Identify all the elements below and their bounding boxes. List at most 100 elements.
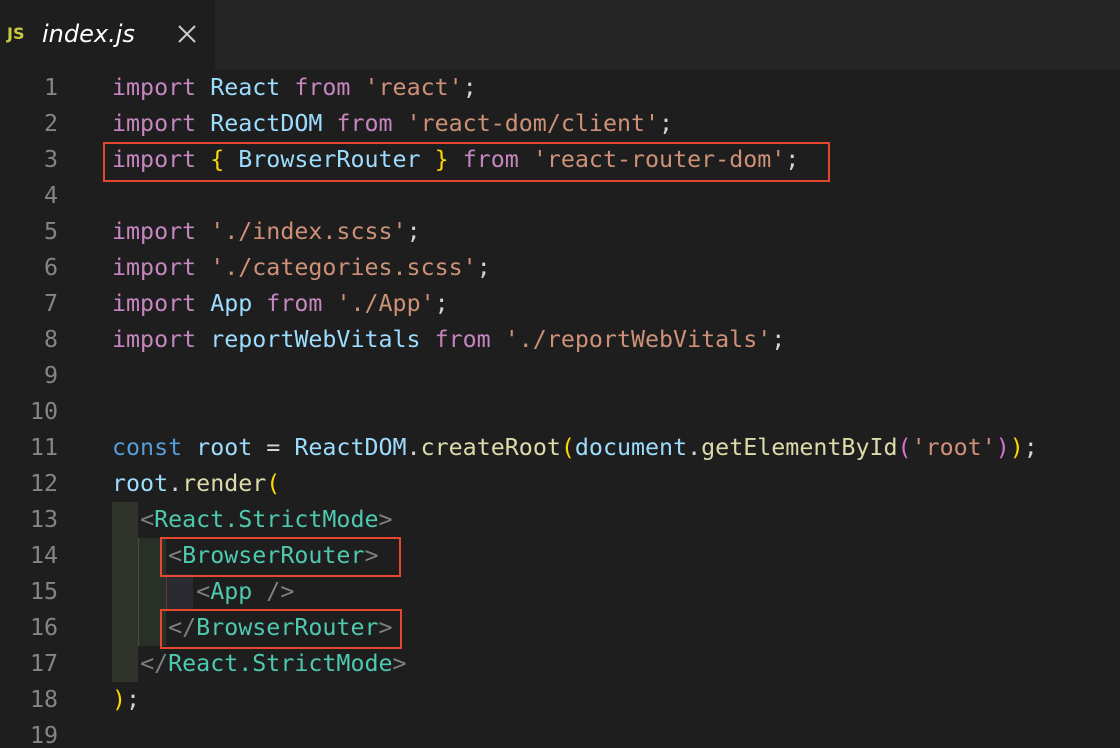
code-line[interactable]: 3 import { BrowserRouter } from 'react-ro… [0,142,1120,178]
code-text[interactable]: <React.StrictMode> [112,502,392,538]
code-token: BrowserRouter [238,146,421,173]
line-number: 17 [29,650,58,677]
code-line[interactable]: 8 import reportWebVitals from './reportWe… [0,322,1120,358]
code-token: render [182,470,267,497]
code-text[interactable]: </BrowserRouter> [112,610,393,646]
code-text[interactable]: ); [112,682,140,718]
code-token: . [406,434,421,461]
code-line[interactable]: 14 <BrowserRouter> [0,538,1120,574]
code-token: ReactDOM [210,110,323,137]
code-token: from [434,326,491,353]
javascript-file-icon: JS [7,24,25,43]
code-token: React.StrictMode [168,650,393,677]
line-number: 1 [43,74,58,101]
code-text[interactable]: <BrowserRouter> [112,538,379,574]
code-text[interactable]: import './categories.scss'; [112,250,491,286]
code-token: getElementById [701,434,898,461]
code-line[interactable]: 9 [0,358,1120,394]
code-token: ; [785,146,800,173]
code-line[interactable]: 18); [0,682,1120,718]
code-text[interactable]: import reportWebVitals from './reportWeb… [112,322,785,358]
code-token: ; [771,326,786,353]
code-token: import [112,146,197,173]
code-token: ( [897,434,912,461]
code-editor[interactable]: 1 import React from 'react'; 2 import React… [0,70,1120,748]
code-line[interactable]: 1 import React from 'react'; [0,70,1120,106]
code-text[interactable]: import ReactDOM from 'react-dom/client'; [112,106,673,142]
line-number: 13 [29,506,58,533]
code-line[interactable]: 16 </BrowserRouter> [0,610,1120,646]
line-number: 5 [43,218,58,245]
code-token: 'react-router-dom' [532,146,786,173]
code-token: React.StrictMode [154,506,379,533]
line-number: 9 [43,362,58,389]
line-number: 18 [29,686,58,713]
line-number: 8 [43,326,58,353]
code-text[interactable]: import App from './App'; [112,286,449,322]
code-text[interactable]: import React from 'react'; [112,70,477,106]
line-number: 12 [29,470,58,497]
code-token: ; [434,290,449,317]
tab-title[interactable]: index.js [42,20,135,48]
code-line[interactable]: 12 root.render( [0,466,1120,502]
code-token: from [462,146,519,173]
code-token: './index.scss' [210,218,407,245]
code-line[interactable]: 13 <React.StrictMode> [0,502,1120,538]
code-token: './App' [336,290,435,317]
code-line[interactable]: 15 <App /> [0,574,1120,610]
code-token: './reportWebVitals' [504,326,772,353]
code-token: ( [560,434,575,461]
code-text[interactable]: </React.StrictMode> [112,646,407,682]
code-text[interactable]: root.render( [112,466,280,502]
code-token: { [210,146,225,173]
code-line[interactable]: 6 import './categories.scss'; [0,250,1120,286]
code-token: React [210,74,281,101]
line-number: 19 [29,722,58,748]
line-number: 2 [43,110,58,137]
code-token: import [112,218,197,245]
code-token: > [364,542,379,569]
line-number: 15 [29,578,58,605]
code-line[interactable]: 19 [0,718,1120,748]
code-text[interactable]: import './index.scss'; [112,214,421,250]
code-text[interactable]: import { BrowserRouter } from 'react-rou… [112,142,799,178]
code-token: ( [266,470,281,497]
code-token: root [196,434,253,461]
code-line[interactable]: 17 </React.StrictMode> [0,646,1120,682]
close-icon[interactable] [175,22,199,46]
code-token: > [378,614,393,641]
code-line[interactable]: 2 import ReactDOM from 'react-dom/client'… [0,106,1120,142]
code-line[interactable]: 10 [0,394,1120,430]
code-line[interactable]: 11 const root = ReactDOM.createRoot(docum… [0,430,1120,466]
code-text[interactable]: <App /> [112,574,294,610]
tab-index-js[interactable]: JS index.js [0,0,215,70]
code-line[interactable]: 4 [0,178,1120,214]
code-line[interactable]: 7 import App from './App'; [0,286,1120,322]
code-token: 'root' [911,434,996,461]
line-number: 4 [43,182,58,209]
code-text[interactable]: const root = ReactDOM.createRoot(documen… [112,430,1038,466]
line-number: 16 [29,614,58,641]
code-token: . [687,434,702,461]
code-token: import [112,74,197,101]
code-token: ; [659,110,674,137]
code-token: . [168,470,183,497]
code-token: BrowserRouter [196,614,379,641]
code-token: from [294,74,351,101]
code-token: ; [1023,434,1038,461]
code-line[interactable]: 5 import './index.scss'; [0,214,1120,250]
